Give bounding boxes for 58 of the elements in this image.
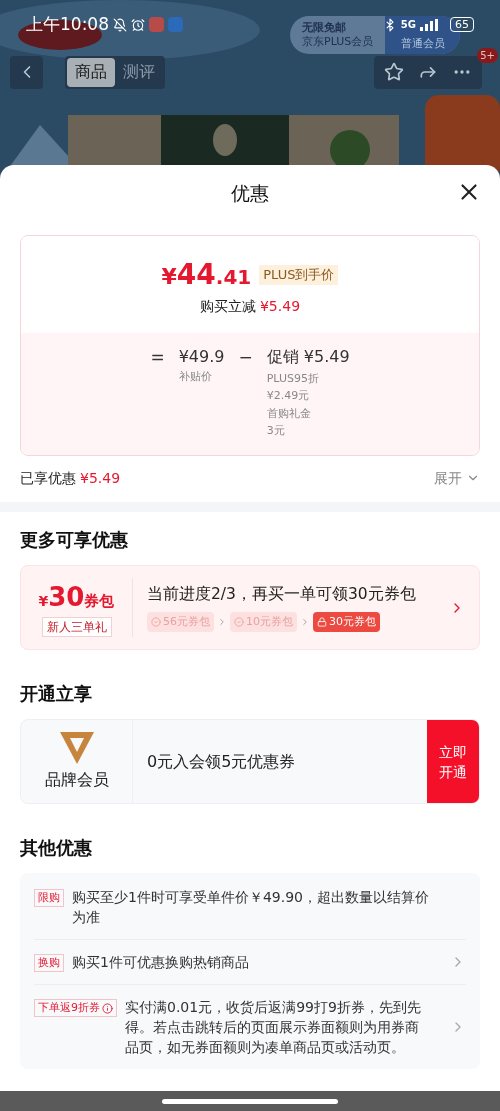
base-price: ¥49.9 <box>178 346 225 368</box>
offer-tag: 换购 <box>34 954 64 972</box>
coupon-progress-card[interactable]: ¥30券包 新人三单礼 当前进度2/3，再买一单可领30元券包 56元券包 10元券包 30元券包 <box>20 565 480 650</box>
reduce-value: ¥5.49 <box>259 297 301 316</box>
app-icon <box>149 17 164 33</box>
base-price-label: 补贴价 <box>178 369 213 385</box>
check-circle-icon <box>234 617 244 628</box>
final-price: ¥44.41 <box>161 257 252 293</box>
offer-tag: 限购 <box>34 889 64 907</box>
promo-item-value: ¥2.49元 <box>266 387 311 404</box>
section-heading: 其他优惠 <box>19 836 93 860</box>
chevron-right-icon <box>300 617 310 628</box>
favorite-icon[interactable] <box>384 62 404 82</box>
coupon-step: 30元券包 <box>313 611 380 633</box>
offer-tag: 下单返9折券 <box>34 999 117 1017</box>
chevron-right-icon <box>217 617 227 628</box>
coupon-amount: ¥30券包 <box>38 581 115 614</box>
expand-button[interactable]: 展开 <box>434 467 480 489</box>
promo-item-name: 首购礼金 <box>266 406 312 422</box>
section-heading: 开通立享 <box>19 682 93 706</box>
offer-description: 购买至少1件时可享受单件价￥49.90，超出数量以结算价为准 <box>72 888 430 927</box>
sheet-title: 优惠 <box>231 180 269 206</box>
coupon-badge: 新人三单礼 <box>41 617 112 637</box>
coupon-step: 10元券包 <box>230 611 297 633</box>
enjoyed-value: ¥5.49 <box>80 468 121 488</box>
alarm-icon <box>131 17 145 32</box>
tab[interactable]: 商品 <box>67 57 115 87</box>
plus-price-tag: PLUS到手价 <box>259 265 339 285</box>
status-time: 上午10:08 <box>26 13 109 36</box>
minus-sign: − <box>238 346 253 369</box>
promo-item-name: PLUS95折 <box>266 371 320 387</box>
signal-icon <box>420 18 438 31</box>
membership-tier-label: 普通会员 <box>400 35 445 52</box>
enjoyed-label: 已享优惠 <box>20 468 76 488</box>
offer-description: 购买1件可优惠换购热销商品 <box>72 953 249 972</box>
network-label: 5G <box>400 19 416 30</box>
offer-description: 实付满0.01元，收货后返满99打9折券，先到先得。若点击跳转后的页面展示券面额则为用券商品页，如无券面额则为凑单商品页或活动页。 <box>125 998 422 1057</box>
membership-name: 品牌会员 <box>44 768 109 791</box>
app-icon <box>168 17 183 33</box>
progress-title: 当前进度2/3，再买一单可领30元券包 <box>147 583 417 605</box>
coupon-step: 56元券包 <box>147 611 214 633</box>
check-circle-icon <box>151 617 161 628</box>
brand-logo-icon <box>59 731 94 764</box>
promo-total: 促销 ¥5.49 <box>266 346 350 368</box>
section-heading: 更多可享优惠 <box>19 528 129 552</box>
info-icon[interactable] <box>102 1002 113 1014</box>
membership-offer: 0元入会领5元优惠券 <box>146 750 297 773</box>
reduce-label: 购买立减 <box>199 297 256 316</box>
plus-banner-subtitle: 京东PLUS会员 <box>302 35 375 49</box>
plus-banner-title: 无限免邮 <box>302 21 347 35</box>
join-button[interactable]: 立即开通 <box>427 720 479 803</box>
battery-indicator: 65 <box>450 17 474 33</box>
home-indicator[interactable] <box>162 1098 338 1104</box>
equals-sign: = <box>150 346 165 369</box>
tab[interactable]: 测评 <box>115 57 163 87</box>
promo-item-value: 3元 <box>266 422 286 439</box>
mute-icon <box>113 17 127 32</box>
lock-icon <box>317 617 327 628</box>
